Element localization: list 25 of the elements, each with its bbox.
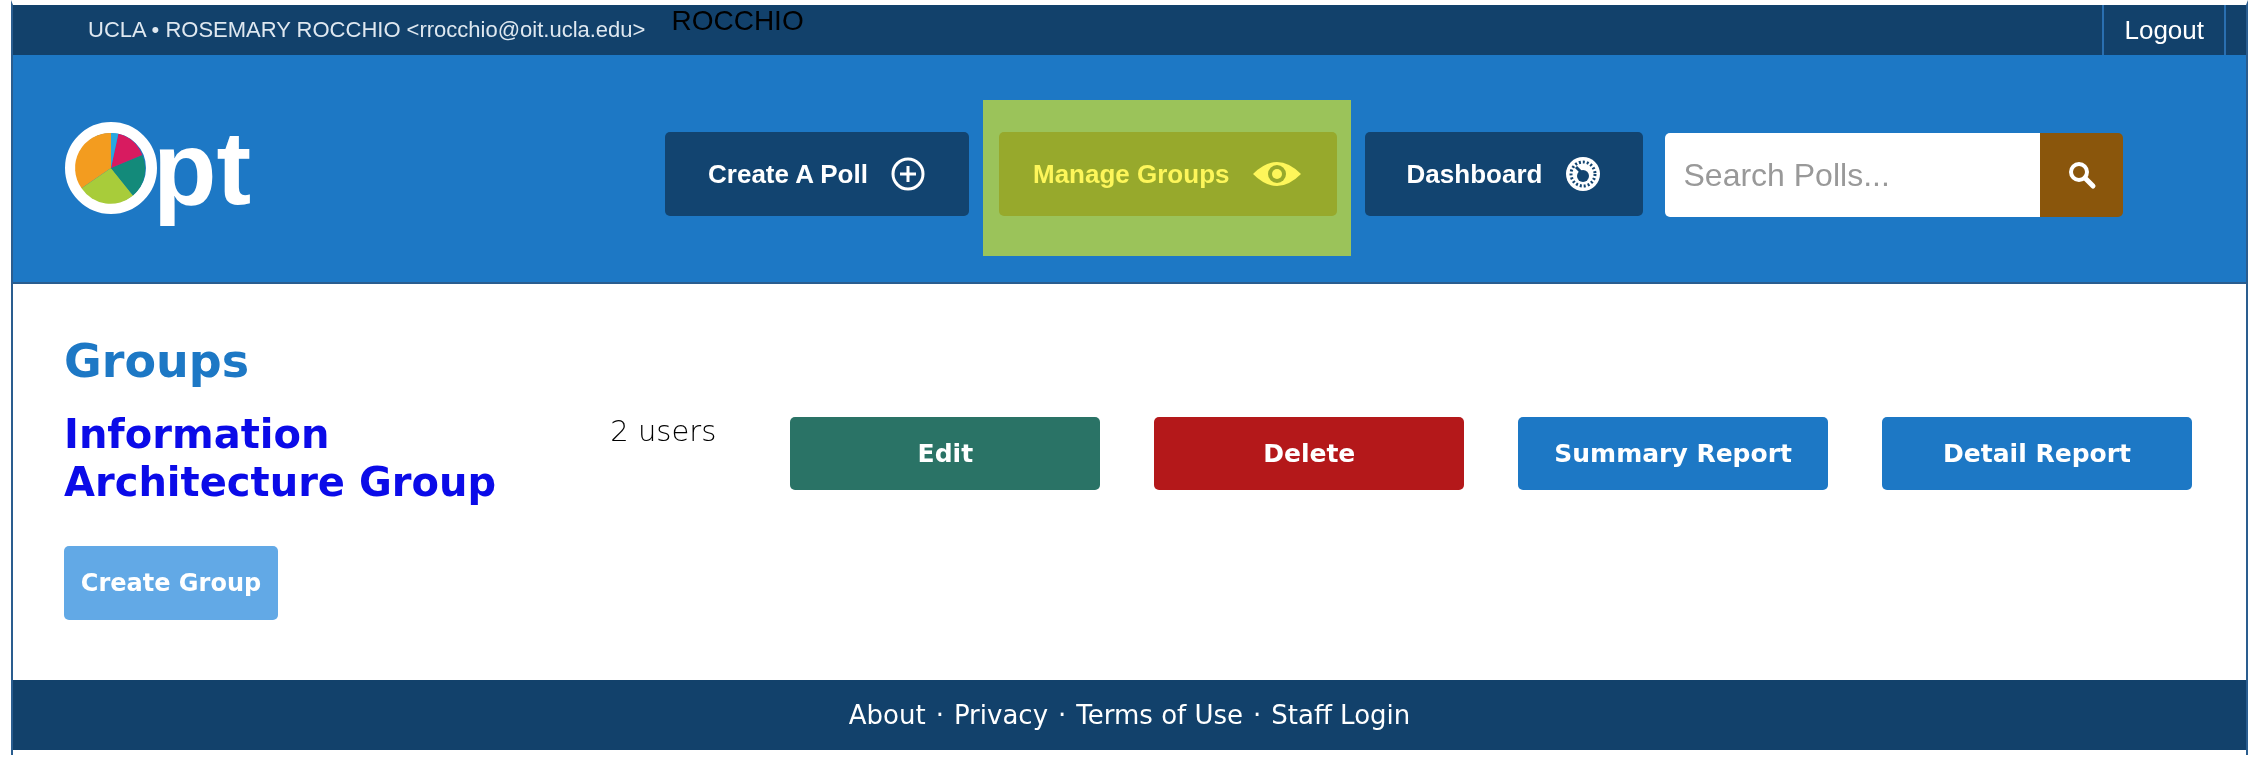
separator-dot: · (1253, 700, 1262, 730)
page-title: Groups (64, 333, 251, 388)
separator-dot: · (1058, 700, 1067, 730)
separator-dot: · (935, 700, 944, 730)
user-count: 2 users (610, 414, 718, 448)
nav-button[interactable]: Create A Poll (665, 132, 969, 216)
footer-link[interactable]: Terms of Use (1076, 700, 1244, 730)
plus-circle-icon (889, 156, 926, 192)
action-button[interactable]: Summary Report (1518, 417, 1829, 490)
pie-chart-icon (65, 122, 157, 214)
action-button[interactable]: Delete (1154, 417, 1465, 490)
footer-link[interactable]: Staff Login (1271, 700, 1411, 730)
action-button[interactable]: Detail Report (1882, 417, 2192, 490)
overlay-text: ROCCHIO (671, 5, 804, 37)
gauge-icon (1564, 155, 1603, 193)
footer-link[interactable]: About (848, 700, 926, 730)
user-info: UCLA • ROSEMARY ROCCHIO <rrocchio@oit.ucla.edu> (88, 17, 646, 43)
nav-button[interactable]: Dashboard (1365, 132, 1644, 216)
search-icon (2067, 160, 2097, 190)
search-button[interactable] (2040, 133, 2124, 217)
group-name-link[interactable]: Information Architecture Group (64, 410, 611, 506)
footer-link[interactable]: Privacy (953, 700, 1049, 730)
logo-text: pt (153, 109, 253, 228)
search-field[interactable]: Search Polls... (1665, 133, 2041, 217)
action-button[interactable]: Edit (790, 417, 1101, 490)
